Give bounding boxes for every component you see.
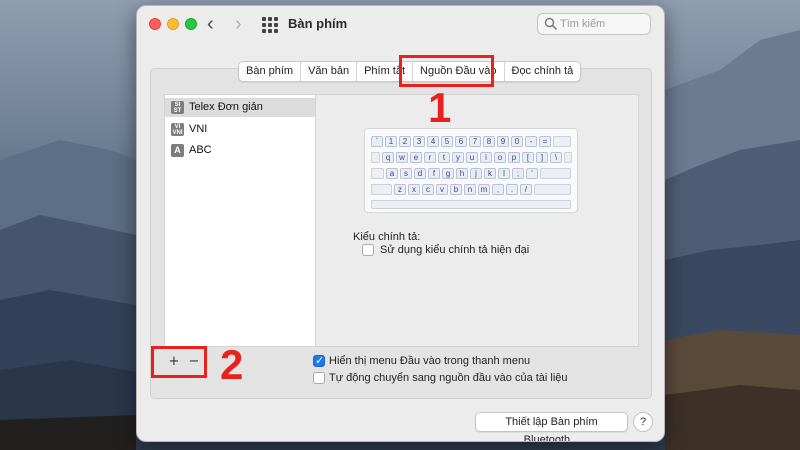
keyboard-key: a (386, 168, 398, 179)
keyboard-key: 2 (399, 136, 411, 147)
tab-text[interactable]: Văn bản (301, 62, 358, 81)
list-item-label: VNI (189, 123, 208, 135)
auto-switch-source-label: Tự động chuyển sang nguồn đầu vào của tà… (329, 372, 568, 384)
keyboard-key: = (539, 136, 551, 147)
keyboard-key: p (508, 152, 520, 163)
keyboard-key-modifier (553, 136, 571, 147)
keyboard-key: f (428, 168, 440, 179)
list-item-abc[interactable]: A ABC (165, 141, 315, 160)
keyboard-key: d (414, 168, 426, 179)
keyboard-preferences-window: ‹ › Bàn phím Bàn phím Văn bản Phím tắt N… (136, 5, 665, 442)
keyboard-key: \ (550, 152, 562, 163)
keyboard-key: j (470, 168, 482, 179)
spelling-style-label: Kiểu chính tả: (353, 231, 421, 243)
show-input-menu-label: Hiển thị menu Đầu vào trong thanh menu (329, 355, 531, 367)
keyboard-key: u (466, 152, 478, 163)
keyboard-key: [ (522, 152, 534, 163)
show-all-grid-icon[interactable] (262, 17, 278, 33)
keyboard-key-spacebar (371, 200, 571, 209)
keyboard-layout-preview: ` 1 2 3 4 5 6 7 8 9 0- = q w e r t y u i o p[] \ a s d f g h j k l; ' z x c… (364, 128, 578, 213)
keyboard-key: 5 (441, 136, 453, 147)
close-window-button[interactable] (149, 18, 161, 30)
keyboard-key-modifier (371, 184, 392, 195)
list-item-vni[interactable]: VI VNI VNI (165, 120, 315, 139)
annotation-number-1: 1 (428, 84, 452, 131)
keyboard-key: 7 (469, 136, 481, 147)
keyboard-key: - (525, 136, 537, 147)
telex-icon: SI ST (171, 101, 184, 114)
keyboard-key: ' (526, 168, 538, 179)
search-field[interactable] (537, 13, 651, 35)
keyboard-key: t (438, 152, 450, 163)
keyboard-key: ] (536, 152, 548, 163)
keyboard-key: k (484, 168, 496, 179)
zoom-window-button[interactable] (185, 18, 197, 30)
tab-keyboard[interactable]: Bàn phím (239, 62, 302, 81)
input-sources-tab-highlight-box (399, 55, 494, 87)
add-remove-highlight-box (151, 346, 207, 378)
window-title: Bàn phím (288, 16, 348, 31)
keyboard-key: , (492, 184, 504, 195)
keyboard-key: b (450, 184, 462, 195)
input-sources-list[interactable]: SI ST Telex Đơn giản VI VNI VNI A ABC (164, 94, 316, 347)
keyboard-key: q (382, 152, 394, 163)
keyboard-key: y (452, 152, 464, 163)
keyboard-key: v (436, 184, 448, 195)
list-item-label: ABC (189, 144, 212, 156)
keyboard-key: w (396, 152, 408, 163)
keyboard-key-modifier (534, 184, 571, 195)
keyboard-key-modifier (371, 168, 384, 179)
setup-bluetooth-keyboard-button[interactable]: Thiết lập Bàn phím Bluetooth... (475, 412, 628, 441)
keyboard-key: 9 (497, 136, 509, 147)
search-icon (544, 17, 557, 30)
search-input[interactable] (560, 16, 648, 32)
keyboard-key: r (424, 152, 436, 163)
vni-icon: VI VNI (171, 123, 184, 136)
keyboard-key: z (394, 184, 406, 195)
titlebar: ‹ › Bàn phím (137, 6, 664, 44)
keyboard-key: ` (371, 136, 383, 147)
back-chevron-icon[interactable]: ‹ (207, 13, 214, 35)
keyboard-key-modifier (564, 152, 572, 163)
keyboard-key: e (410, 152, 422, 163)
help-button[interactable]: ? (633, 412, 653, 432)
keyboard-key: l (498, 168, 510, 179)
keyboard-key: c (422, 184, 434, 195)
keyboard-key: 3 (413, 136, 425, 147)
list-item-label: Telex Đơn giản (189, 101, 263, 113)
list-item-telex[interactable]: SI ST Telex Đơn giản (165, 98, 315, 117)
keyboard-key: x (408, 184, 420, 195)
keyboard-key: m (478, 184, 490, 195)
detail-pane-scroll-divider (638, 94, 639, 347)
keyboard-key: ; (512, 168, 524, 179)
keyboard-key: 4 (427, 136, 439, 147)
keyboard-key: 6 (455, 136, 467, 147)
keyboard-key: o (494, 152, 506, 163)
keyboard-key: n (464, 184, 476, 195)
keyboard-key: / (520, 184, 532, 195)
modern-spelling-checkbox[interactable] (362, 244, 374, 256)
minimize-window-button[interactable] (167, 18, 179, 30)
forward-chevron-icon[interactable]: › (235, 13, 242, 35)
keyboard-key: h (456, 168, 468, 179)
auto-switch-source-checkbox[interactable] (313, 372, 325, 384)
keyboard-key: s (400, 168, 412, 179)
keyboard-key: 0 (511, 136, 523, 147)
keyboard-key: . (506, 184, 518, 195)
keyboard-key-modifier (540, 168, 571, 179)
keyboard-key: 8 (483, 136, 495, 147)
keyboard-key: g (442, 168, 454, 179)
keyboard-key: i (480, 152, 492, 163)
tab-dictation[interactable]: Đọc chính tả (505, 62, 581, 81)
annotation-number-2: 2 (220, 341, 244, 388)
show-input-menu-checkbox[interactable] (313, 354, 325, 367)
keyboard-key: 1 (385, 136, 397, 147)
modern-spelling-label: Sử dụng kiểu chính tả hiện đại (380, 244, 530, 256)
keyboard-key-modifier (371, 152, 380, 163)
abc-icon: A (171, 144, 184, 157)
